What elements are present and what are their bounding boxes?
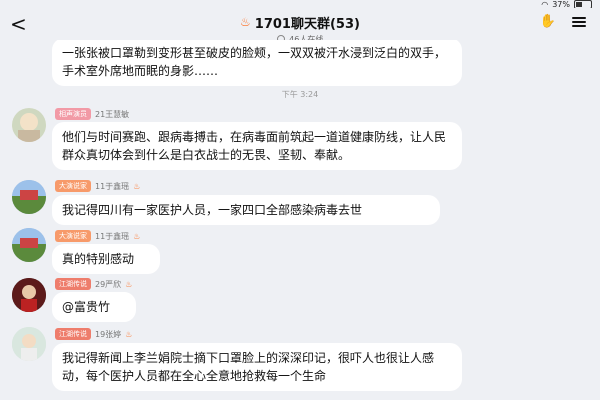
message-bubble[interactable]: 真的特别感动 xyxy=(52,244,160,274)
sender-meta: 江湖传说 19张婷 ♨ xyxy=(55,328,132,340)
fire-icon: ♨ xyxy=(133,181,141,191)
message-bubble[interactable]: 我记得新闻上李兰娟院士摘下口罩脸上的深深印记，很吓人也很让人感动，每个医护人员都… xyxy=(52,343,462,391)
avatar[interactable] xyxy=(12,327,46,361)
fire-icon: ♨ xyxy=(240,15,251,29)
fire-icon: ♨ xyxy=(125,279,133,289)
sender-name: 11于鑫瑶 xyxy=(95,231,130,241)
fire-icon: ♨ xyxy=(125,329,133,339)
avatar[interactable] xyxy=(12,108,46,142)
sender-name: 11于鑫瑶 xyxy=(95,181,130,191)
user-title-badge: 江湖传说 xyxy=(55,328,91,340)
group-title: ♨ 1701聊天群(53) xyxy=(240,15,360,32)
sender-meta: 相声演员 21王慧敏 xyxy=(55,108,129,120)
user-title-badge: 相声演员 xyxy=(55,108,91,120)
sender-meta: 大演说家 11于鑫瑶 ♨ xyxy=(55,230,140,242)
message-bubble[interactable]: @富贵竹 xyxy=(52,292,136,322)
sender-name: 19张婷 xyxy=(95,329,122,339)
avatar[interactable] xyxy=(12,228,46,262)
message-bubble[interactable]: 他们与时间赛跑、跟病毒搏击，在病毒面前筑起一道道健康防线，让人民群众真切体会到什… xyxy=(52,122,462,170)
chat-header: < ♨ 1701聊天群(53) 46人在线 ✋ xyxy=(0,8,600,44)
message-bubble[interactable]: 一张张被口罩勒到变形甚至破皮的脸颊，一双双被汗水浸到泛白的双手，手术室外席地而眠… xyxy=(52,40,462,86)
sender-meta: 大演说家 11于鑫瑶 ♨ xyxy=(55,180,140,192)
sender-name: 21王慧敏 xyxy=(95,109,130,119)
avatar[interactable] xyxy=(12,278,46,312)
time-divider: 下午 3:24 xyxy=(281,90,319,99)
fire-icon: ♨ xyxy=(133,231,141,241)
user-title-badge: 大演说家 xyxy=(55,230,91,242)
chat-area[interactable]: 一张张被口罩勒到变形甚至破皮的脸颊，一双双被汗水浸到泛白的双手，手术室外席地而眠… xyxy=(0,40,600,400)
sender-name: 29严欣 xyxy=(95,279,122,289)
avatar[interactable] xyxy=(12,180,46,214)
raise-hand-icon[interactable]: ✋ xyxy=(540,14,556,29)
sender-meta: 江湖传说 29严欣 ♨ xyxy=(55,278,132,290)
user-title-badge: 江湖传说 xyxy=(55,278,91,290)
message-bubble[interactable]: 我记得四川有一家医护人员，一家四口全部感染病毒去世 xyxy=(52,195,440,225)
menu-icon[interactable] xyxy=(572,16,586,27)
user-title-badge: 大演说家 xyxy=(55,180,91,192)
